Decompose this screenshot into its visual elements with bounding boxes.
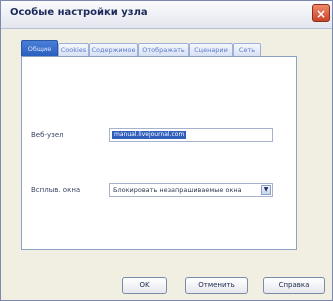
tab-network[interactable]: Сеть [233, 43, 261, 56]
tab-content[interactable]: Содержимое [89, 43, 138, 56]
popups-select[interactable]: Блокировать незапрашиваемые окна ▼ [109, 183, 273, 197]
tab-scripts[interactable]: Сценарии [189, 43, 233, 56]
site-input-value: manual.livejournal.com [112, 131, 187, 139]
tab-panel-general: Веб-узел manual.livejournal.com Всплыв. … [21, 56, 297, 250]
popups-select-value: Блокировать незапрашиваемые окна [113, 186, 242, 194]
site-input[interactable]: manual.livejournal.com [109, 128, 273, 142]
tab-cookies[interactable]: Cookies [58, 43, 89, 56]
close-button[interactable]: × [312, 4, 330, 22]
tab-display[interactable]: Отображать [138, 43, 189, 56]
chevron-down-icon[interactable]: ▼ [261, 185, 271, 195]
site-label: Веб-узел [31, 131, 64, 139]
close-icon: × [315, 7, 327, 21]
help-button[interactable]: Справка [263, 277, 325, 294]
site-preferences-dialog: Особые настройки узла × Общие Cookies Со… [0, 0, 333, 301]
dialog-title: Особые настройки узла [10, 7, 148, 18]
tab-general[interactable]: Общие [21, 40, 58, 56]
popups-label: Всплыв. окна [31, 186, 81, 194]
cancel-button[interactable]: Отменить [185, 277, 248, 294]
ok-button[interactable]: OK [122, 277, 167, 294]
title-bar[interactable]: Особые настройки узла × [1, 1, 332, 29]
tab-strip: Общие Cookies Содержимое Отображать Сцен… [21, 40, 301, 56]
